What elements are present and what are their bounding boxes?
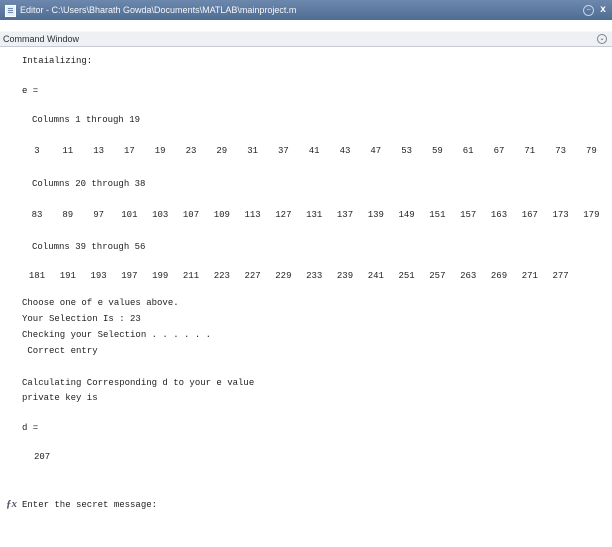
e-value: 61 bbox=[462, 146, 474, 156]
console-init-line: Intaializing: bbox=[22, 56, 93, 66]
e-value: 131 bbox=[306, 210, 323, 220]
e-value: 37 bbox=[277, 146, 289, 156]
e-value: 13 bbox=[93, 146, 104, 156]
values-row-3: 181 191 193 197 199 211 223 227 229 233 239 241 251 2… bbox=[0, 271, 612, 283]
e-value: 179 bbox=[583, 210, 600, 220]
e-value: 269 bbox=[490, 271, 508, 281]
console-selection-line: Your Selection Is : 23 bbox=[22, 314, 141, 324]
console-d-variable: d = bbox=[22, 423, 39, 433]
console-checking-line: Checking your Selection . . . . . . bbox=[22, 330, 212, 340]
console-calculating-line: Calculating Corresponding d to your e va… bbox=[22, 378, 255, 388]
e-value: 181 bbox=[28, 271, 46, 281]
close-icon[interactable]: x bbox=[598, 0, 608, 20]
e-value: 3 bbox=[34, 146, 40, 156]
console-d-value: 207 bbox=[34, 452, 51, 462]
e-value: 29 bbox=[216, 146, 228, 156]
e-value: 227 bbox=[244, 271, 261, 281]
e-value: 197 bbox=[121, 271, 138, 281]
e-value: 251 bbox=[398, 271, 415, 281]
matlab-window: Editor - C:\Users\Bharath Gowda\Document… bbox=[0, 0, 612, 547]
e-value: 71 bbox=[524, 146, 536, 156]
e-value: 233 bbox=[306, 271, 323, 281]
e-value: 139 bbox=[367, 210, 384, 220]
e-value: 23 bbox=[185, 146, 197, 156]
e-value: 241 bbox=[367, 271, 384, 281]
e-value: 137 bbox=[336, 210, 354, 220]
e-value: 193 bbox=[90, 271, 107, 281]
e-value: 59 bbox=[431, 146, 443, 156]
e-value: 199 bbox=[152, 271, 169, 281]
e-value: 47 bbox=[370, 146, 382, 156]
console-choose-line: Choose one of e values above. bbox=[22, 298, 179, 308]
e-value: 113 bbox=[244, 210, 261, 220]
e-value: 229 bbox=[275, 271, 292, 281]
columns-header-1: Columns 1 through 19 bbox=[32, 115, 141, 125]
e-value: 67 bbox=[493, 146, 505, 156]
panel-actions-icon[interactable]: ⌄ bbox=[597, 34, 607, 44]
editor-app-icon bbox=[5, 5, 16, 17]
command-window-header: Command Window ⌄ bbox=[0, 31, 612, 47]
title-bar[interactable]: Editor - C:\Users\Bharath Gowda\Document… bbox=[0, 0, 612, 20]
e-value: 149 bbox=[398, 210, 415, 220]
e-value: 19 bbox=[154, 146, 166, 156]
e-value: 257 bbox=[429, 271, 446, 281]
console-prompt[interactable]: Enter the secret message: bbox=[22, 500, 157, 510]
e-value: 103 bbox=[152, 210, 169, 220]
values-row-2: 83 89 97 101 103 107 109 113 127 131 137 139 149 151 1… bbox=[0, 210, 612, 222]
e-value: 263 bbox=[460, 271, 477, 281]
e-value: 277 bbox=[552, 271, 569, 281]
columns-header-2: Columns 20 through 38 bbox=[32, 179, 146, 189]
e-value: 109 bbox=[213, 210, 230, 220]
e-value: 43 bbox=[339, 146, 351, 156]
e-value: 151 bbox=[429, 210, 446, 220]
values-row-1: 3 11 13 17 19 23 29 31 37 41 43 47 53 59 61 67 71 73 79 bbox=[0, 146, 612, 158]
restore-icon[interactable]: − bbox=[583, 5, 594, 16]
command-window-console[interactable]: Intaializing: e = Columns 1 through 19 3… bbox=[0, 46, 612, 547]
e-value: 163 bbox=[490, 210, 508, 220]
window-title: Editor - C:\Users\Bharath Gowda\Document… bbox=[20, 5, 297, 15]
e-value: 239 bbox=[336, 271, 354, 281]
panel-title: Command Window bbox=[3, 34, 80, 44]
e-value: 79 bbox=[585, 146, 597, 156]
e-value: 53 bbox=[401, 146, 412, 156]
e-value: 17 bbox=[123, 146, 135, 156]
console-e-variable: e = bbox=[22, 86, 39, 96]
fx-icon[interactable]: ƒx bbox=[6, 498, 17, 510]
e-value: 271 bbox=[521, 271, 538, 281]
e-value: 167 bbox=[521, 210, 538, 220]
e-value: 73 bbox=[555, 146, 566, 156]
e-value: 89 bbox=[62, 210, 74, 220]
e-value: 41 bbox=[308, 146, 320, 156]
e-value: 97 bbox=[93, 210, 104, 220]
e-value: 101 bbox=[121, 210, 138, 220]
e-value: 31 bbox=[247, 146, 258, 156]
e-value: 173 bbox=[552, 210, 569, 220]
columns-header-3: Columns 39 through 56 bbox=[32, 242, 146, 252]
e-value: 223 bbox=[213, 271, 230, 281]
console-correct-line: Correct entry bbox=[22, 346, 98, 356]
e-value: 127 bbox=[275, 210, 292, 220]
e-value: 211 bbox=[182, 271, 200, 281]
console-private-key-line: private key is bbox=[22, 393, 98, 403]
prompt-text: Enter the secret message: bbox=[22, 500, 158, 510]
e-value: 157 bbox=[460, 210, 477, 220]
e-value: 83 bbox=[31, 210, 43, 220]
e-value: 11 bbox=[62, 146, 74, 156]
e-value: 107 bbox=[182, 210, 200, 220]
e-value: 191 bbox=[59, 271, 76, 281]
